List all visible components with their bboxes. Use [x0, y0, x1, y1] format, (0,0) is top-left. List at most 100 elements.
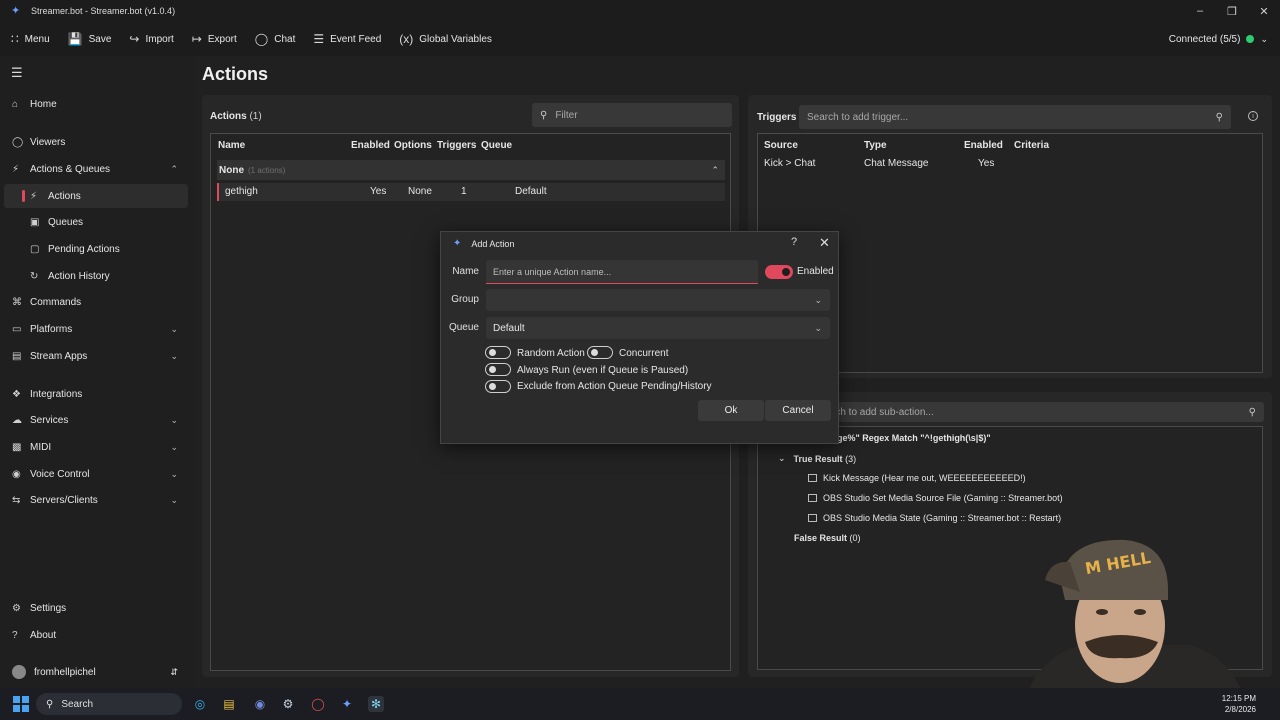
close-icon[interactable]: ✕: [819, 235, 830, 251]
sidebar-item-viewers[interactable]: ◯ Viewers: [4, 130, 188, 154]
chat-button[interactable]: ◯ Chat: [246, 22, 305, 56]
chevron-up-icon[interactable]: ⌃: [711, 165, 719, 176]
column-header-queue[interactable]: Queue: [481, 140, 512, 151]
group-row-none[interactable]: None (1 actions) ⌃: [217, 160, 725, 180]
true-result-branch[interactable]: ⌄ True Result (3): [778, 453, 856, 464]
sidebar-item-platforms[interactable]: ▭ Platforms ⌄: [4, 317, 188, 341]
false-result-branch[interactable]: False Result (0): [794, 533, 861, 543]
name-label: Name: [452, 266, 479, 277]
import-button[interactable]: ↪ Import: [120, 22, 182, 56]
sidebar-item-action-history[interactable]: ↻ Action History: [4, 264, 188, 288]
concurrent-toggle[interactable]: [587, 346, 613, 359]
steam-icon[interactable]: ⚙: [280, 696, 296, 712]
group-select[interactable]: ⌄: [486, 289, 830, 311]
windows-start-icon[interactable]: [13, 696, 29, 712]
sidebar-item-home[interactable]: ⌂ Home: [4, 92, 188, 116]
table-row[interactable]: Kick > Chat Chat Message Yes: [758, 154, 1262, 172]
sidebar-item-voice-control[interactable]: ◉ Voice Control ⌄: [4, 462, 188, 486]
sidebar-item-pending-actions[interactable]: ▢ Pending Actions: [4, 237, 188, 261]
sidebar-item-integrations[interactable]: ❖ Integrations: [4, 382, 188, 406]
subaction-search-input[interactable]: rch to add sub-action... ⚲: [824, 402, 1264, 422]
exclude-history-toggle[interactable]: [485, 380, 511, 393]
maximize-icon[interactable]: ❐: [1216, 0, 1248, 22]
action-name-input[interactable]: [486, 260, 758, 284]
exclude-history-label: Exclude from Action Queue Pending/Histor…: [517, 381, 712, 392]
sidebar-item-actions[interactable]: ⚡ Actions: [4, 184, 188, 208]
close-window-icon[interactable]: ✕: [1248, 0, 1280, 22]
minimize-icon[interactable]: –: [1184, 0, 1216, 22]
taskbar-search[interactable]: ⚲ Search: [36, 693, 182, 715]
trigger-search-input[interactable]: Search to add trigger... ⚲: [799, 105, 1231, 129]
taskbar-clock[interactable]: 12:15 PM 2/8/2026: [1222, 693, 1256, 715]
file-explorer-icon[interactable]: ▤: [221, 696, 237, 712]
taskbar-search-label: Search: [61, 698, 94, 710]
trigger-search-placeholder: Search to add trigger...: [807, 111, 909, 123]
sidebar-item-about[interactable]: ? About: [4, 623, 188, 647]
sidebar-item-label: Home: [30, 98, 57, 110]
ok-button[interactable]: Ok: [698, 400, 764, 421]
sidebar-item-label: Servers/Clients: [30, 494, 98, 506]
save-button[interactable]: 💾 Save: [59, 22, 121, 56]
active-app-icon[interactable]: ✻: [368, 696, 384, 712]
sidebar-item-stream-apps[interactable]: ▤ Stream Apps ⌄: [4, 344, 188, 368]
column-header-type[interactable]: Type: [864, 140, 887, 151]
table-row[interactable]: gethigh Yes None 1 Default: [217, 183, 725, 201]
false-result-count: (0): [849, 533, 861, 543]
column-header-name[interactable]: Name: [218, 140, 245, 151]
chat-icon: ◯: [254, 32, 269, 46]
event-feed-button[interactable]: ☰ Event Feed: [304, 22, 390, 56]
sidebar-item-queues[interactable]: ▣ Queues: [4, 210, 188, 234]
sidebar-item-label: Pending Actions: [48, 243, 120, 255]
discord-icon[interactable]: ◉: [252, 696, 268, 712]
column-header-source[interactable]: Source: [764, 140, 798, 151]
streamerbot-taskbar-icon[interactable]: ✦: [339, 696, 355, 712]
window-title: Streamer.bot - Streamer.bot (v1.0.4): [31, 6, 176, 16]
chevron-down-icon: ⌄: [170, 441, 178, 452]
column-header-triggers[interactable]: Triggers: [437, 140, 476, 151]
dialog-title: ✦ Add Action: [453, 238, 514, 249]
export-button[interactable]: ↦ Export: [183, 22, 246, 56]
hamburger-icon[interactable]: ☰: [11, 65, 23, 81]
list-item[interactable]: Kick Message (Hear me out, WEEEEEEEEEEED…: [808, 473, 1026, 483]
toolbar: ∷ Menu 💾 Save ↪ Import ↦ Export ◯ Chat ☰…: [0, 22, 1280, 56]
always-run-toggle[interactable]: [485, 363, 511, 376]
enabled-toggle[interactable]: [765, 265, 793, 279]
false-result-label: False Result: [794, 533, 848, 543]
sidebar-item-servers-clients[interactable]: ⇆ Servers/Clients ⌄: [4, 488, 188, 512]
platform-icon: ▭: [12, 323, 22, 335]
connection-status[interactable]: Connected (5/5) ⌄: [1169, 22, 1268, 56]
help-icon[interactable]: ?: [791, 236, 797, 248]
sidebar-item-actions-queues[interactable]: ⚡ Actions & Queues ⌃: [4, 157, 188, 181]
global-variables-button[interactable]: (x) Global Variables: [390, 22, 501, 56]
random-action-toggle[interactable]: [485, 346, 511, 359]
user-profile[interactable]: fromhellpichel ⇵: [4, 661, 188, 683]
history-icon: ↻: [30, 270, 39, 282]
command-icon: ⌘: [12, 296, 22, 308]
filter-input[interactable]: ⚲ Filter: [532, 103, 732, 127]
list-item[interactable]: OBS Studio Set Media Source File (Gaming…: [808, 493, 1063, 503]
column-header-enabled[interactable]: Enabled: [964, 140, 1003, 151]
search-icon: ⚲: [1248, 406, 1256, 418]
column-header-options[interactable]: Options: [394, 140, 432, 151]
menu-button[interactable]: ∷ Menu: [0, 22, 59, 56]
sidebar-item-label: About: [30, 629, 57, 641]
taskbar: ⚲ Search ◎ ▤ ◉ ⚙ ◯ ✦ ✻ 12:15 PM 2/8/2026: [0, 688, 1280, 720]
condition-line[interactable]: age%" Regex Match "^!gethigh(\s|$)": [832, 433, 991, 443]
queue-select[interactable]: Default ⌄: [486, 317, 830, 339]
user-icon: ◯: [12, 136, 24, 148]
grid-icon: ∷: [11, 32, 19, 46]
obs-icon[interactable]: ◯: [310, 696, 326, 712]
info-icon[interactable]: i: [1248, 111, 1258, 121]
column-header-enabled[interactable]: Enabled: [351, 140, 390, 151]
sidebar-item-label: Integrations: [30, 388, 83, 400]
sidebar-item-label: Action History: [48, 270, 110, 282]
sidebar-item-services[interactable]: ☁ Services ⌄: [4, 408, 188, 432]
column-header-criteria[interactable]: Criteria: [1014, 140, 1049, 151]
cancel-button[interactable]: Cancel: [765, 400, 831, 421]
queue-label: Queue: [448, 322, 479, 333]
window-controls: – ❐ ✕: [1184, 0, 1280, 22]
edge-icon[interactable]: ◎: [192, 696, 208, 712]
sidebar-item-midi[interactable]: ▩ MIDI ⌄: [4, 435, 188, 459]
sidebar-item-settings[interactable]: ⚙ Settings: [4, 596, 188, 620]
sidebar-item-commands[interactable]: ⌘ Commands: [4, 290, 188, 314]
